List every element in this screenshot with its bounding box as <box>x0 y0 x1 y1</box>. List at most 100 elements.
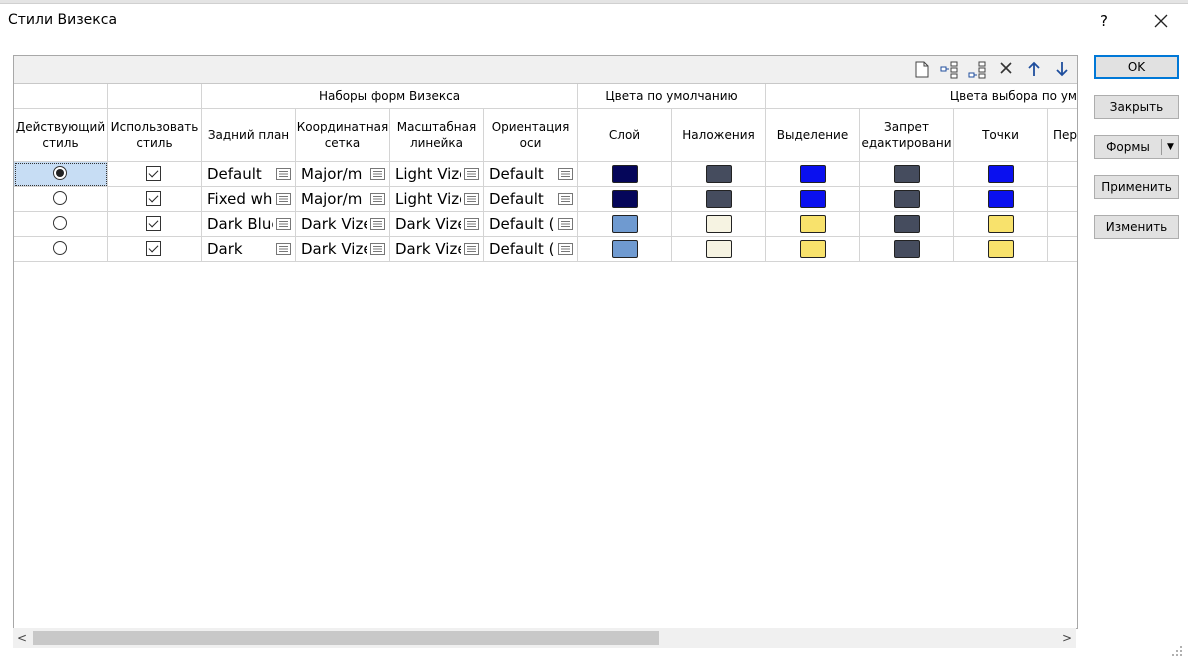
scroll-left-icon[interactable]: < <box>15 630 29 646</box>
axis-shape-cell[interactable]: Default <box>484 187 578 212</box>
highlight-color-swatch[interactable] <box>800 215 826 233</box>
list-picker-icon[interactable] <box>558 193 573 205</box>
extra-cell[interactable] <box>1048 162 1077 187</box>
close-window-button[interactable] <box>1146 8 1176 34</box>
active-style-radio[interactable] <box>53 241 67 255</box>
list-picker-icon[interactable] <box>464 168 479 180</box>
highlight-color-cell[interactable] <box>766 237 860 262</box>
extra-cell[interactable] <box>1048 187 1077 212</box>
overlays-color-cell[interactable] <box>672 187 766 212</box>
column-header-grid[interactable]: Координатная сетка <box>296 109 390 162</box>
list-picker-icon[interactable] <box>276 218 291 230</box>
background-shape-cell[interactable]: Dark Blue <box>202 212 296 237</box>
overlays-color-cell[interactable] <box>672 237 766 262</box>
column-header-highlight[interactable]: Выделение <box>766 109 860 162</box>
edit-button[interactable]: Изменить <box>1094 215 1179 239</box>
list-picker-icon[interactable] <box>558 168 573 180</box>
points-color-cell[interactable] <box>954 212 1048 237</box>
locked-color-cell[interactable] <box>860 187 954 212</box>
layer-color-cell[interactable] <box>578 187 672 212</box>
extra-cell[interactable] <box>1048 237 1077 262</box>
list-picker-icon[interactable] <box>464 193 479 205</box>
overlays-color-swatch[interactable] <box>706 190 732 208</box>
close-button[interactable]: Закрыть <box>1094 95 1179 119</box>
list-picker-icon[interactable] <box>558 243 573 255</box>
column-header-axis[interactable]: Ориентация оси <box>484 109 578 162</box>
highlight-color-cell[interactable] <box>766 187 860 212</box>
list-picker-icon[interactable] <box>464 218 479 230</box>
dropdown-arrow-icon[interactable]: ▼ <box>1163 136 1178 158</box>
layer-color-swatch[interactable] <box>612 190 638 208</box>
points-color-swatch[interactable] <box>988 190 1014 208</box>
column-header-active[interactable]: Действующий стиль <box>14 109 108 162</box>
active-style-cell[interactable] <box>14 237 108 262</box>
active-style-radio[interactable] <box>53 191 67 205</box>
forms-split-button[interactable]: Формы ▼ <box>1094 135 1179 159</box>
horizontal-scrollbar[interactable]: < > <box>13 628 1076 648</box>
list-picker-icon[interactable] <box>276 243 291 255</box>
list-picker-icon[interactable] <box>370 168 385 180</box>
use-style-checkbox[interactable] <box>146 241 161 256</box>
overlays-color-swatch[interactable] <box>706 215 732 233</box>
highlight-color-cell[interactable] <box>766 162 860 187</box>
active-style-cell[interactable] <box>14 212 108 237</box>
highlight-color-cell[interactable] <box>766 212 860 237</box>
highlight-color-swatch[interactable] <box>800 165 826 183</box>
background-shape-cell[interactable]: Fixed whi <box>202 187 296 212</box>
table-row[interactable]: Default Major/m Light Vize Default <box>14 162 1077 187</box>
list-picker-icon[interactable] <box>370 193 385 205</box>
list-picker-icon[interactable] <box>558 218 573 230</box>
column-header-overlays[interactable]: Наложения <box>672 109 766 162</box>
locked-color-swatch[interactable] <box>894 165 920 183</box>
axis-shape-cell[interactable]: Default <box>484 162 578 187</box>
table-row[interactable]: Dark Blue Dark Vize Dark Vize Default (I <box>14 212 1077 237</box>
active-style-cell[interactable] <box>14 187 108 212</box>
scale-shape-cell[interactable]: Dark Vize <box>390 212 484 237</box>
column-header-scale[interactable]: Масштабная линейка <box>390 109 484 162</box>
column-header-background[interactable]: Задний план <box>202 109 296 162</box>
column-header-locked[interactable]: Запрет едактировани <box>860 109 954 162</box>
insert-sibling-icon[interactable] <box>968 60 988 80</box>
column-header-points[interactable]: Точки <box>954 109 1048 162</box>
delete-icon[interactable] <box>996 60 1016 80</box>
grid-shape-cell[interactable]: Dark Vize <box>296 212 390 237</box>
locked-color-swatch[interactable] <box>894 190 920 208</box>
overlays-color-cell[interactable] <box>672 212 766 237</box>
grid-shape-cell[interactable]: Major/m <box>296 187 390 212</box>
scale-shape-cell[interactable]: Dark Vize <box>390 237 484 262</box>
use-style-checkbox[interactable] <box>146 166 161 181</box>
list-picker-icon[interactable] <box>464 243 479 255</box>
table-row[interactable]: Fixed whi Major/m Light Vize Default <box>14 187 1077 212</box>
grid-shape-cell[interactable]: Major/m <box>296 162 390 187</box>
list-picker-icon[interactable] <box>276 168 291 180</box>
table-row[interactable]: Dark Dark Vize Dark Vize Default (I <box>14 237 1077 262</box>
points-color-cell[interactable] <box>954 237 1048 262</box>
locked-color-cell[interactable] <box>860 237 954 262</box>
points-color-cell[interactable] <box>954 162 1048 187</box>
column-header-extra[interactable]: Пер <box>1048 109 1077 162</box>
layer-color-swatch[interactable] <box>612 240 638 258</box>
locked-color-swatch[interactable] <box>894 240 920 258</box>
axis-shape-cell[interactable]: Default (I <box>484 237 578 262</box>
list-picker-icon[interactable] <box>276 193 291 205</box>
background-shape-cell[interactable]: Dark <box>202 237 296 262</box>
layer-color-cell[interactable] <box>578 162 672 187</box>
move-up-icon[interactable] <box>1024 60 1044 80</box>
list-picker-icon[interactable] <box>370 243 385 255</box>
locked-color-cell[interactable] <box>860 162 954 187</box>
use-style-cell[interactable] <box>108 162 202 187</box>
new-document-icon[interactable] <box>912 60 932 80</box>
column-header-use[interactable]: Использовать стиль <box>108 109 202 162</box>
scale-shape-cell[interactable]: Light Vize <box>390 162 484 187</box>
apply-button[interactable]: Применить <box>1094 175 1179 199</box>
move-down-icon[interactable] <box>1052 60 1072 80</box>
layer-color-swatch[interactable] <box>612 215 638 233</box>
background-shape-cell[interactable]: Default <box>202 162 296 187</box>
layer-color-cell[interactable] <box>578 212 672 237</box>
extra-cell[interactable] <box>1048 212 1077 237</box>
scroll-right-icon[interactable]: > <box>1060 630 1074 646</box>
layer-color-swatch[interactable] <box>612 165 638 183</box>
active-style-cell[interactable] <box>14 162 108 187</box>
use-style-cell[interactable] <box>108 187 202 212</box>
points-color-cell[interactable] <box>954 187 1048 212</box>
